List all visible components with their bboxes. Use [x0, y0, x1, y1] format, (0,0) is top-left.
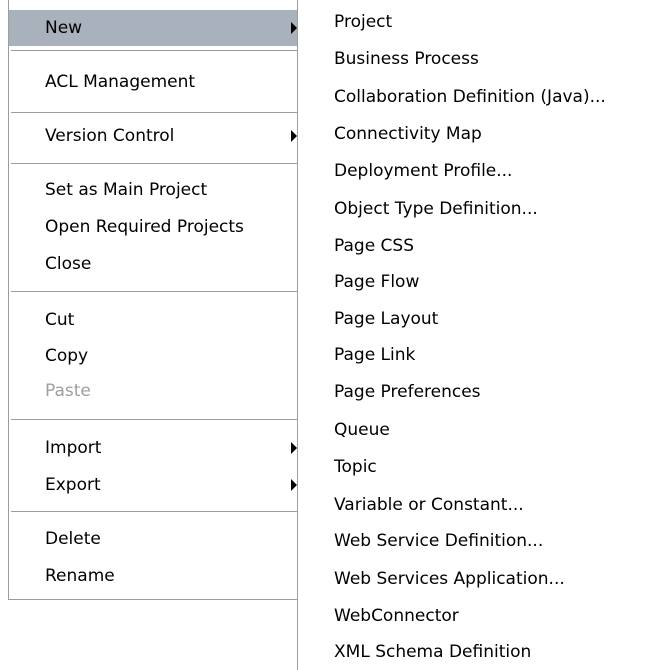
menu-item-label: Import: [45, 438, 102, 458]
menu-item-label: Export: [45, 475, 101, 495]
submenu-item-label: Collaboration Definition (Java)...: [334, 87, 606, 107]
submenu-item-label: Object Type Definition...: [334, 199, 538, 219]
submenu-item-webconnector[interactable]: WebConnector: [298, 598, 669, 634]
submenu-item-topic[interactable]: Topic: [298, 449, 669, 485]
submenu-item-label: Queue: [334, 420, 390, 440]
submenu-item-label: Project: [334, 12, 393, 32]
submenu-item-label: Web Services Application...: [334, 569, 565, 589]
menu-separator: [11, 511, 301, 513]
submenu-item-page-layout[interactable]: Page Layout: [298, 301, 669, 337]
menu-separator: [11, 291, 301, 293]
menu-item-open-required-projects[interactable]: Open Required Projects: [9, 209, 303, 245]
submenu-item-label: Page Layout: [334, 309, 439, 329]
menu-item-new[interactable]: New: [9, 10, 303, 46]
menu-item-label: Cut: [45, 310, 75, 330]
submenu-item-label: WebConnector: [334, 606, 459, 626]
submenu-item-deployment-profile[interactable]: Deployment Profile...: [298, 153, 669, 189]
menu-item-label: New: [45, 18, 83, 38]
menu-separator: [11, 112, 301, 114]
submenu-item-web-service-definition[interactable]: Web Service Definition...: [298, 523, 669, 559]
submenu-item-variable-or-constant[interactable]: Variable or Constant...: [298, 487, 669, 523]
submenu-item-label: Business Process: [334, 49, 479, 69]
menu-item-version-control[interactable]: Version Control: [9, 118, 303, 154]
menu-item-label: Paste: [45, 381, 91, 401]
menu-item-export[interactable]: Export: [9, 467, 303, 503]
menu-item-label: Open Required Projects: [45, 217, 244, 237]
submenu-item-label: Web Service Definition...: [334, 531, 544, 551]
submenu-item-object-type-definition[interactable]: Object Type Definition...: [298, 191, 669, 227]
menu-item-label: Delete: [45, 529, 101, 549]
submenu-item-label: Topic: [334, 457, 377, 477]
submenu-item-label: Page Link: [334, 345, 416, 365]
menu-item-label: ACL Management: [45, 72, 196, 92]
submenu-item-queue[interactable]: Queue: [298, 412, 669, 448]
submenu-item-label: Page CSS: [334, 236, 415, 256]
submenu-item-xml-schema-definition[interactable]: XML Schema Definition: [298, 634, 669, 670]
menu-item-copy[interactable]: Copy: [9, 338, 303, 374]
submenu-item-page-preferences[interactable]: Page Preferences: [298, 374, 669, 410]
menu-item-label: Close: [45, 254, 92, 274]
menu-item-set-as-main-project[interactable]: Set as Main Project: [9, 172, 303, 208]
menu-separator: [11, 419, 301, 421]
menu-separator: [11, 163, 301, 165]
context-menu: New ACL Management Version Control Set a…: [8, 0, 304, 600]
submenu-item-page-css[interactable]: Page CSS: [298, 228, 669, 264]
submenu-item-label: Connectivity Map: [334, 124, 482, 144]
menu-item-cut[interactable]: Cut: [9, 302, 303, 338]
submenu-item-connectivity-map[interactable]: Connectivity Map: [298, 116, 669, 152]
submenu-item-web-services-application[interactable]: Web Services Application...: [298, 561, 669, 597]
submenu-item-label: Page Flow: [334, 272, 420, 292]
menu-item-paste: Paste: [9, 373, 303, 409]
menu-item-label: Version Control: [45, 126, 175, 146]
menu-item-label: Set as Main Project: [45, 180, 208, 200]
submenu-item-label: XML Schema Definition: [334, 642, 532, 662]
menu-item-close[interactable]: Close: [9, 246, 303, 282]
menu-separator: [11, 50, 301, 52]
menu-item-label: Copy: [45, 346, 89, 366]
menu-item-rename[interactable]: Rename: [9, 558, 303, 594]
submenu-item-label: Page Preferences: [334, 382, 481, 402]
submenu-item-label: Deployment Profile...: [334, 161, 513, 181]
submenu-item-business-process[interactable]: Business Process: [298, 41, 669, 77]
new-submenu: Project Business Process Collaboration D…: [297, 0, 669, 670]
menu-item-acl-management[interactable]: ACL Management: [9, 64, 303, 100]
submenu-item-page-link[interactable]: Page Link: [298, 337, 669, 373]
submenu-item-label: Variable or Constant...: [334, 495, 524, 515]
submenu-item-project[interactable]: Project: [298, 4, 669, 40]
submenu-item-page-flow[interactable]: Page Flow: [298, 264, 669, 300]
menu-item-import[interactable]: Import: [9, 430, 303, 466]
menu-item-delete[interactable]: Delete: [9, 521, 303, 557]
menu-item-label: Rename: [45, 566, 115, 586]
submenu-item-collaboration-definition[interactable]: Collaboration Definition (Java)...: [298, 79, 669, 115]
